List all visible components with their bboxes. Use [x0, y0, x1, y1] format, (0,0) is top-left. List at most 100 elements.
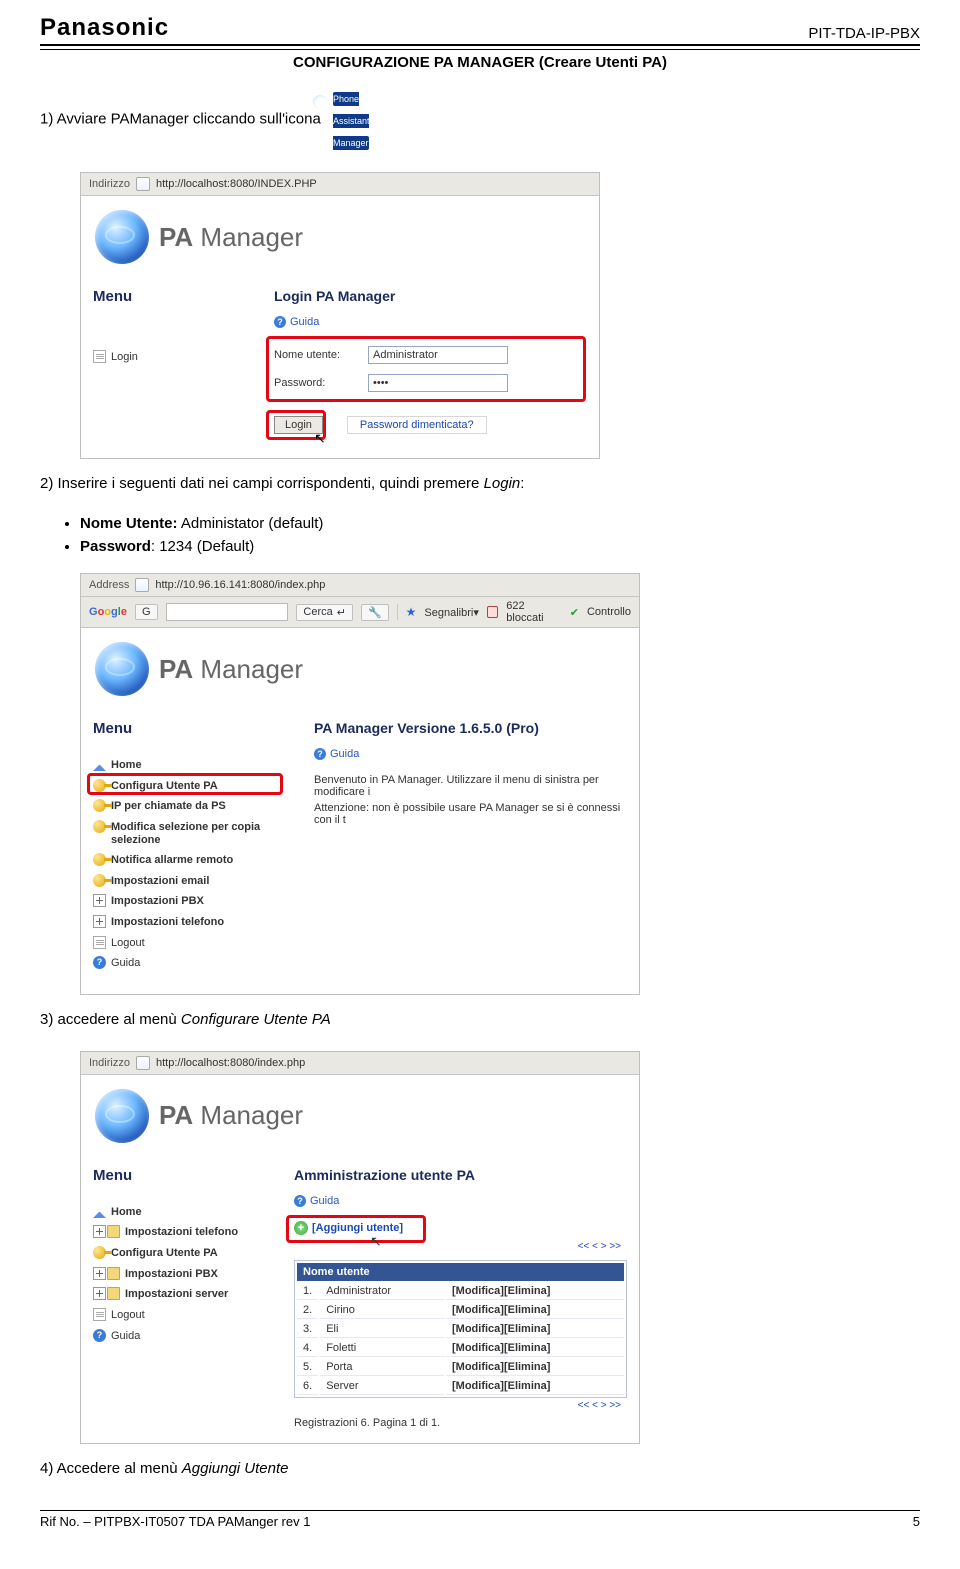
- expand-icon: [93, 894, 106, 907]
- app-banner: PA Manager: [81, 196, 599, 278]
- home-icon: [93, 1205, 106, 1218]
- step3-emph: Configurare Utente PA: [181, 1011, 331, 1028]
- address-label: Indirizzo: [89, 178, 130, 190]
- sidebar-item-label: Configura Utente PA: [111, 1247, 218, 1259]
- row-index: 5.: [297, 1359, 318, 1376]
- main-pane: Amministrazione utente PA Guida + [Aggiu…: [281, 1157, 639, 1443]
- separator: [397, 604, 398, 620]
- sidebar-item-telefono[interactable]: Impostazioni telefono: [93, 912, 289, 933]
- step2-text: 2) Inserire i seguenti dati nei campi co…: [40, 475, 484, 492]
- sidebar-item-logout[interactable]: Logout: [93, 1305, 269, 1326]
- brand: Panasonic: [40, 14, 169, 42]
- footer-ref: Rif No. – PITPBX-IT0507 TDA PAManger rev…: [40, 1514, 310, 1529]
- sidebar-item-label: Impostazioni PBX: [111, 1268, 218, 1280]
- record-count: Registrazioni 6. Pagina 1 di 1.: [294, 1417, 627, 1429]
- row-username: Cirino: [320, 1302, 444, 1319]
- sidebar-item-guida[interactable]: Guida: [93, 953, 289, 974]
- bullet-username: Nome Utente: Administator (default): [80, 515, 920, 532]
- row-username: Administrator: [320, 1283, 444, 1300]
- sidebar-item-telefono[interactable]: Impostazioni telefono: [93, 1222, 269, 1243]
- address-bar: Address http://10.96.16.141:8080/index.p…: [81, 574, 639, 597]
- menu-heading: Menu: [93, 288, 249, 305]
- home-icon: [93, 758, 106, 771]
- sidebar-item-login[interactable]: Login: [93, 347, 249, 368]
- row-index: 2.: [297, 1302, 318, 1319]
- menu-heading: Menu: [93, 720, 289, 737]
- google-search-input[interactable]: [166, 603, 289, 621]
- pa-manager-desktop-icon[interactable]: Phone Assistant Manager: [333, 87, 389, 152]
- pager-bottom[interactable]: << < > >>: [294, 1398, 627, 1413]
- sidebar-item-email[interactable]: Impostazioni email: [93, 871, 289, 892]
- row-index: 3.: [297, 1321, 318, 1338]
- folder-icon: [107, 1287, 120, 1300]
- banner-text: PA Manager: [159, 1100, 303, 1131]
- help-icon: [93, 1329, 106, 1342]
- globe-icon: [95, 210, 149, 264]
- sidebar-item-notifica[interactable]: Notifica allarme remoto: [93, 850, 289, 871]
- blocked-icon: [487, 606, 498, 618]
- help-label: Guida: [290, 316, 319, 328]
- banner-text: PA Manager: [159, 222, 303, 253]
- forgot-password-link[interactable]: Password dimenticata?: [347, 416, 487, 434]
- page-icon: [136, 1056, 150, 1070]
- help-icon: [314, 748, 326, 760]
- welcome-text: Benvenuto in PA Manager. Utilizzare il m…: [314, 774, 627, 798]
- sidebar-item-label: Home: [111, 1206, 142, 1218]
- sidebar-item-modifica-selezione[interactable]: Modifica selezione per copia selezione: [93, 817, 289, 850]
- row-username: Server: [320, 1378, 444, 1395]
- sidebar-item-configura-utente[interactable]: Configura Utente PA: [93, 1243, 269, 1264]
- document-icon: [93, 350, 106, 363]
- sidebar-item-ip[interactable]: IP per chiamate da PS: [93, 796, 289, 817]
- user-table: Nome utente 1.Administrator[Modifica][El…: [294, 1260, 627, 1398]
- step3-line: 3) accedere al menù Configurare Utente P…: [40, 1009, 920, 1031]
- bullet-password: Password: 1234 (Default): [80, 538, 920, 555]
- step2-emph: Login: [484, 475, 521, 492]
- screenshot-login: Indirizzo http://localhost:8080/INDEX.PH…: [80, 172, 600, 459]
- pa-icon-caption: Phone Assistant Manager: [333, 92, 370, 150]
- sidebar-item-label: Login: [111, 351, 138, 363]
- step2-line: 2) Inserire i seguenti dati nei campi co…: [40, 473, 920, 495]
- row-actions[interactable]: [Modifica][Elimina]: [446, 1378, 624, 1395]
- step3-text: 3) accedere al menù: [40, 1011, 181, 1028]
- help-link[interactable]: Guida: [274, 316, 587, 328]
- address-url: http://10.96.16.141:8080/index.php: [155, 579, 325, 591]
- row-actions[interactable]: [Modifica][Elimina]: [446, 1283, 624, 1300]
- sidebar-item-pbx[interactable]: Impostazioni PBX: [93, 1264, 269, 1285]
- sidebar-item-label: Guida: [111, 957, 140, 969]
- page-header: Panasonic PIT-TDA-IP-PBX: [40, 0, 920, 42]
- sidebar-item-logout[interactable]: Logout: [93, 933, 289, 954]
- section-title: CONFIGURAZIONE PA MANAGER (Creare Utenti…: [40, 54, 920, 71]
- screenshot-home: Address http://10.96.16.141:8080/index.p…: [80, 573, 640, 995]
- help-link[interactable]: Guida: [294, 1195, 627, 1207]
- row-username: Foletti: [320, 1340, 444, 1357]
- page-footer: Rif No. – PITPBX-IT0507 TDA PAManger rev…: [40, 1510, 920, 1529]
- sidebar-item-label: Impostazioni telefono: [111, 916, 224, 928]
- sidebar-item-pbx[interactable]: Impostazioni PBX: [93, 891, 289, 912]
- row-actions[interactable]: [Modifica][Elimina]: [446, 1321, 624, 1338]
- toolbar-extra[interactable]: 🔧: [361, 604, 389, 621]
- row-actions[interactable]: [Modifica][Elimina]: [446, 1359, 624, 1376]
- help-icon: [274, 316, 286, 328]
- bookmarks-button[interactable]: Segnalibri▾: [424, 606, 478, 619]
- sidebar: Menu Home Impostazioni telefono Configur…: [81, 1157, 281, 1366]
- sidebar-item-server[interactable]: Impostazioni server: [93, 1284, 269, 1305]
- help-link[interactable]: Guida: [314, 748, 627, 760]
- sidebar-item-label: Guida: [111, 1330, 140, 1342]
- table-row: 2.Cirino[Modifica][Elimina]: [297, 1302, 624, 1319]
- sidebar-item-guida[interactable]: Guida: [93, 1326, 269, 1347]
- star-icon[interactable]: ★: [406, 605, 417, 619]
- key-icon: [93, 874, 106, 887]
- sidebar-item-home[interactable]: Home: [93, 1202, 269, 1223]
- row-actions[interactable]: [Modifica][Elimina]: [446, 1340, 624, 1357]
- search-button[interactable]: Cerca ↵: [296, 604, 353, 621]
- help-label: Guida: [330, 748, 359, 760]
- panel-title: Amministrazione utente PA: [294, 1167, 627, 1183]
- step4-emph: Aggiungi Utente: [182, 1460, 289, 1477]
- row-username: Porta: [320, 1359, 444, 1376]
- step1-text: 1) Avviare PAManager cliccando sull'icon…: [40, 111, 321, 128]
- row-actions[interactable]: [Modifica][Elimina]: [446, 1302, 624, 1319]
- sidebar-item-label: Impostazioni server: [111, 1288, 228, 1300]
- control-button[interactable]: Controllo: [587, 606, 631, 618]
- sidebar-item-label: Notifica allarme remoto: [111, 854, 233, 866]
- google-g-button[interactable]: G: [135, 604, 158, 620]
